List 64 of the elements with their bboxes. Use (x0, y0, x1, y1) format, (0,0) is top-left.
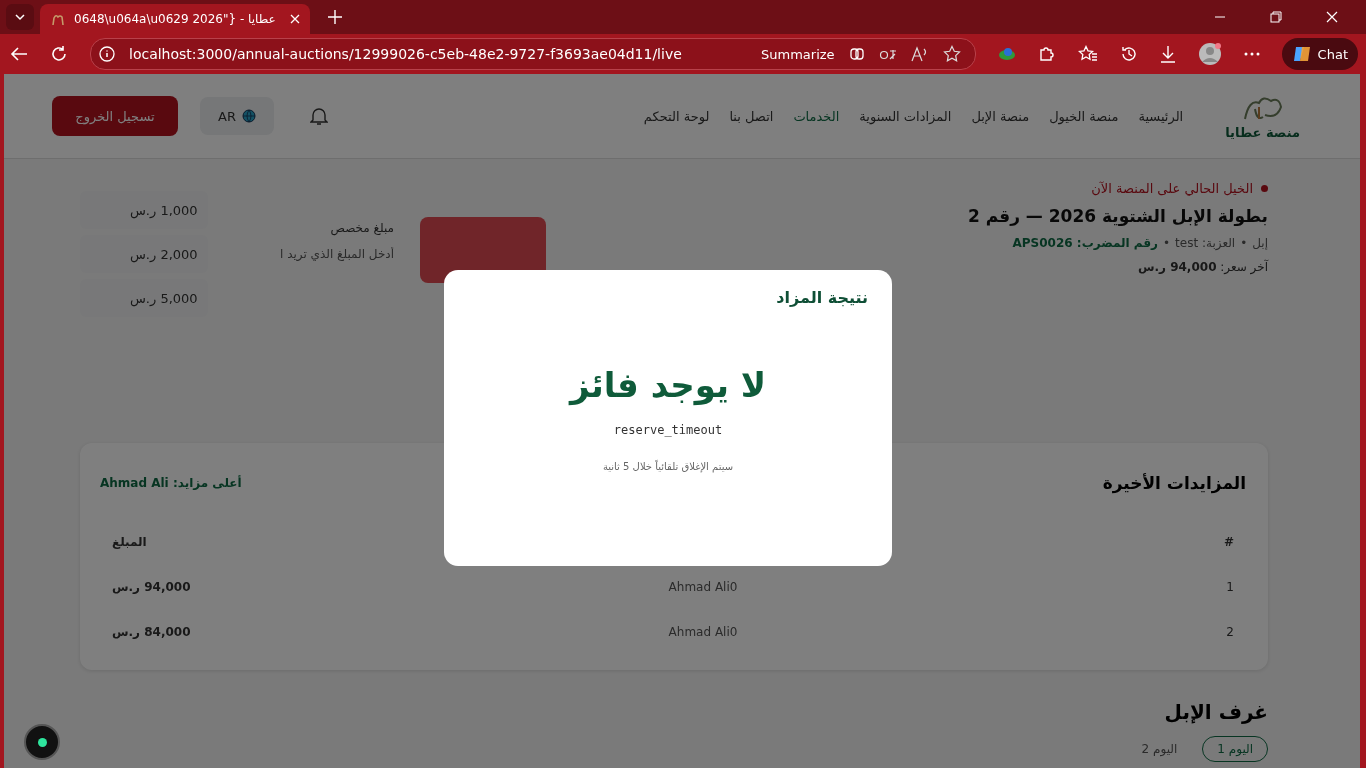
new-tab-icon[interactable] (328, 10, 342, 24)
day-tab[interactable]: اليوم 2 (1126, 736, 1193, 762)
language-button[interactable]: AR (200, 97, 274, 135)
separator-dot: • (1163, 236, 1171, 250)
restore-icon[interactable] (1270, 11, 1282, 23)
tab-title: 0648\u064a\u0629 2026"} - عطايا (74, 12, 277, 26)
info-icon (99, 46, 115, 62)
column-header: المبلغ (112, 534, 148, 549)
history-icon[interactable] (1119, 45, 1138, 63)
read-aloud-icon[interactable] (910, 46, 929, 62)
separator-dot: • (1240, 236, 1248, 250)
chat-button[interactable]: Chat (1281, 38, 1358, 70)
chevron-down-icon (14, 11, 26, 23)
back-icon[interactable] (10, 46, 28, 62)
puzzle-icon[interactable] (1037, 45, 1056, 63)
meta-text: رقم المضرب: APS0026 (1012, 236, 1158, 250)
download-icon[interactable] (1159, 45, 1176, 63)
meta-text: إبل (1252, 236, 1268, 250)
logo-text: منصة عطايا (1225, 124, 1300, 140)
favorites-icon[interactable] (1077, 45, 1098, 63)
more-icon[interactable] (1243, 52, 1260, 56)
last-price: آخر سعر: 94,000 ر.س (1136, 260, 1268, 274)
translate-icon[interactable] (878, 47, 897, 61)
close-tab-icon[interactable] (290, 14, 300, 24)
address-bar[interactable]: localhost:3000/annual-auctions/12999026-c5eb-48e2-9727-f3693ae04d11/live Summarize (90, 38, 976, 70)
top-bidder: أعلى مزايد: Ahmad Ali (100, 476, 242, 490)
custom-amount-label: مبلغ مخصص (329, 221, 394, 235)
nav-link[interactable]: منصة الخيول (1049, 108, 1119, 124)
reload-icon[interactable] (50, 45, 68, 63)
notification-bell-icon[interactable] (309, 106, 328, 126)
dialog-title: نتيجة المزاد (776, 288, 868, 307)
auction-title: بطولة الإبل الشتوية 2026 — رقم 2 (967, 206, 1268, 226)
column-header: # (1222, 534, 1234, 549)
auto-close-note: سيتم الإغلاق تلقائياً خلال 5 ثانية (602, 461, 734, 472)
result-reason: reserve_timeout (613, 423, 723, 437)
nav-link[interactable]: اتصل بنا (729, 108, 774, 124)
globe-icon (241, 109, 256, 123)
url-text: localhost:3000/annual-auctions/12999026-c5eb-48e2-9727-f3693ae04d11/live (129, 46, 682, 62)
copilot-icon[interactable] (848, 46, 865, 62)
table-cell-text: Ahmad Ali0 (667, 579, 739, 594)
tab-list-button[interactable] (6, 4, 34, 30)
section-title: المزايدات الأخيرة (1102, 473, 1246, 493)
nav-link[interactable]: الرئيسية (1138, 108, 1184, 124)
browser-tab[interactable]: 0648\u064a\u0629 2026"} - عطايا (40, 4, 310, 34)
section-title: غرف الإبل (1163, 700, 1268, 724)
nav-link[interactable]: الخدمات (793, 108, 840, 124)
close-icon[interactable] (1326, 11, 1338, 23)
nav-link[interactable]: المزادات السنوية (859, 108, 952, 124)
star-icon[interactable] (942, 45, 961, 63)
meta-text: العزبة: test (1175, 236, 1236, 250)
summarize-button[interactable]: Summarize (761, 46, 835, 62)
logout-button[interactable]: تسجيل الخروج (52, 96, 178, 136)
result-heading: لا يوجد فائز (569, 365, 767, 405)
nav-link[interactable]: لوحة التحكم (643, 108, 710, 124)
table-cell-text: Ahmad Ali0 (667, 624, 739, 639)
status-fab[interactable] (24, 724, 60, 760)
profile-avatar-icon[interactable] (1197, 42, 1222, 66)
table-cell-text: 2 (1225, 624, 1234, 639)
copilot-logo-icon (1291, 44, 1312, 64)
table-cell-text: 84,000 ر.س (112, 624, 192, 639)
nav-link[interactable]: منصة الإبل (971, 108, 1030, 124)
live-badge: الخيل الحالي على المنصة الآن (967, 181, 1268, 196)
table-cell-text: 1 (1225, 579, 1234, 594)
table-cell-text: 94,000 ر.س (112, 579, 192, 594)
